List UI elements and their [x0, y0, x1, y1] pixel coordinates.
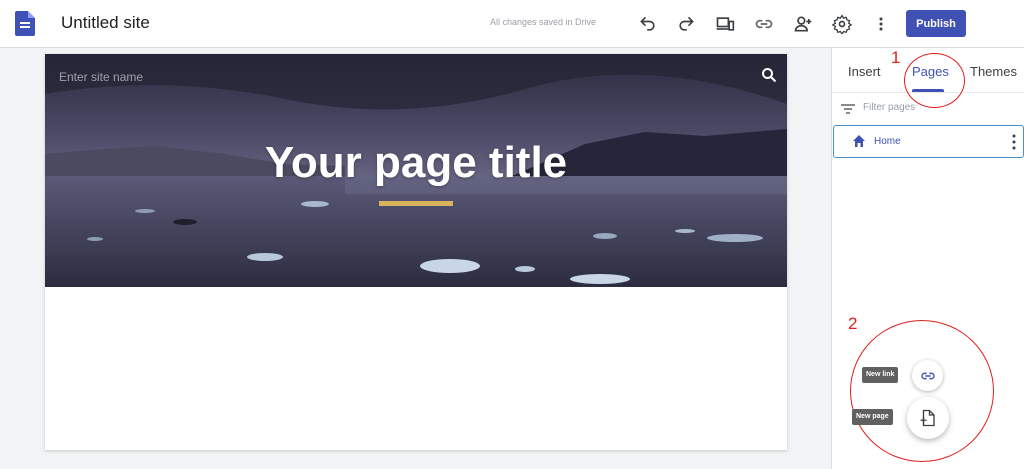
sites-logo-icon[interactable]: [15, 11, 35, 36]
site-name-field[interactable]: Enter site name: [59, 70, 143, 84]
share-icon[interactable]: [791, 12, 815, 36]
site-title[interactable]: Untitled site: [61, 13, 150, 33]
annotation-number-1: 1: [891, 48, 901, 67]
annotation-circle-1: [904, 53, 965, 108]
settings-icon[interactable]: [830, 12, 854, 36]
more-vert-icon[interactable]: [869, 12, 893, 36]
filter-pages-input[interactable]: Filter pages: [863, 102, 915, 113]
page-item-label: Home: [874, 136, 901, 147]
top-bar: Untitled site All changes saved in Drive…: [0, 0, 1024, 48]
new-page-button[interactable]: [907, 397, 949, 439]
new-link-button[interactable]: [912, 360, 943, 391]
page-item-home[interactable]: Home: [833, 125, 1024, 158]
annotation-circle-2: [850, 320, 994, 462]
new-link-tooltip: New link: [862, 367, 899, 383]
more-vert-icon[interactable]: [1010, 133, 1018, 151]
preview-icon[interactable]: [713, 12, 737, 36]
header-banner[interactable]: Enter site name Your page title: [45, 54, 787, 287]
link-icon[interactable]: [752, 12, 776, 36]
add-page-icon: [920, 409, 935, 427]
tab-insert[interactable]: Insert: [848, 64, 881, 79]
annotation-number-2: 2: [848, 314, 858, 333]
page-title[interactable]: Your page title: [45, 138, 787, 188]
save-status: All changes saved in Drive: [490, 17, 597, 27]
publish-button[interactable]: Publish: [906, 10, 966, 37]
tab-themes[interactable]: Themes: [970, 64, 1017, 79]
home-icon: [853, 135, 865, 147]
redo-icon[interactable]: [674, 12, 698, 36]
link-icon: [920, 372, 935, 379]
search-icon[interactable]: [761, 67, 777, 83]
page-canvas: Enter site name Your page title: [45, 54, 787, 450]
new-page-tooltip: New page: [852, 409, 893, 425]
title-underline: [379, 201, 453, 206]
filter-icon[interactable]: [840, 101, 856, 117]
undo-icon[interactable]: [636, 12, 660, 36]
